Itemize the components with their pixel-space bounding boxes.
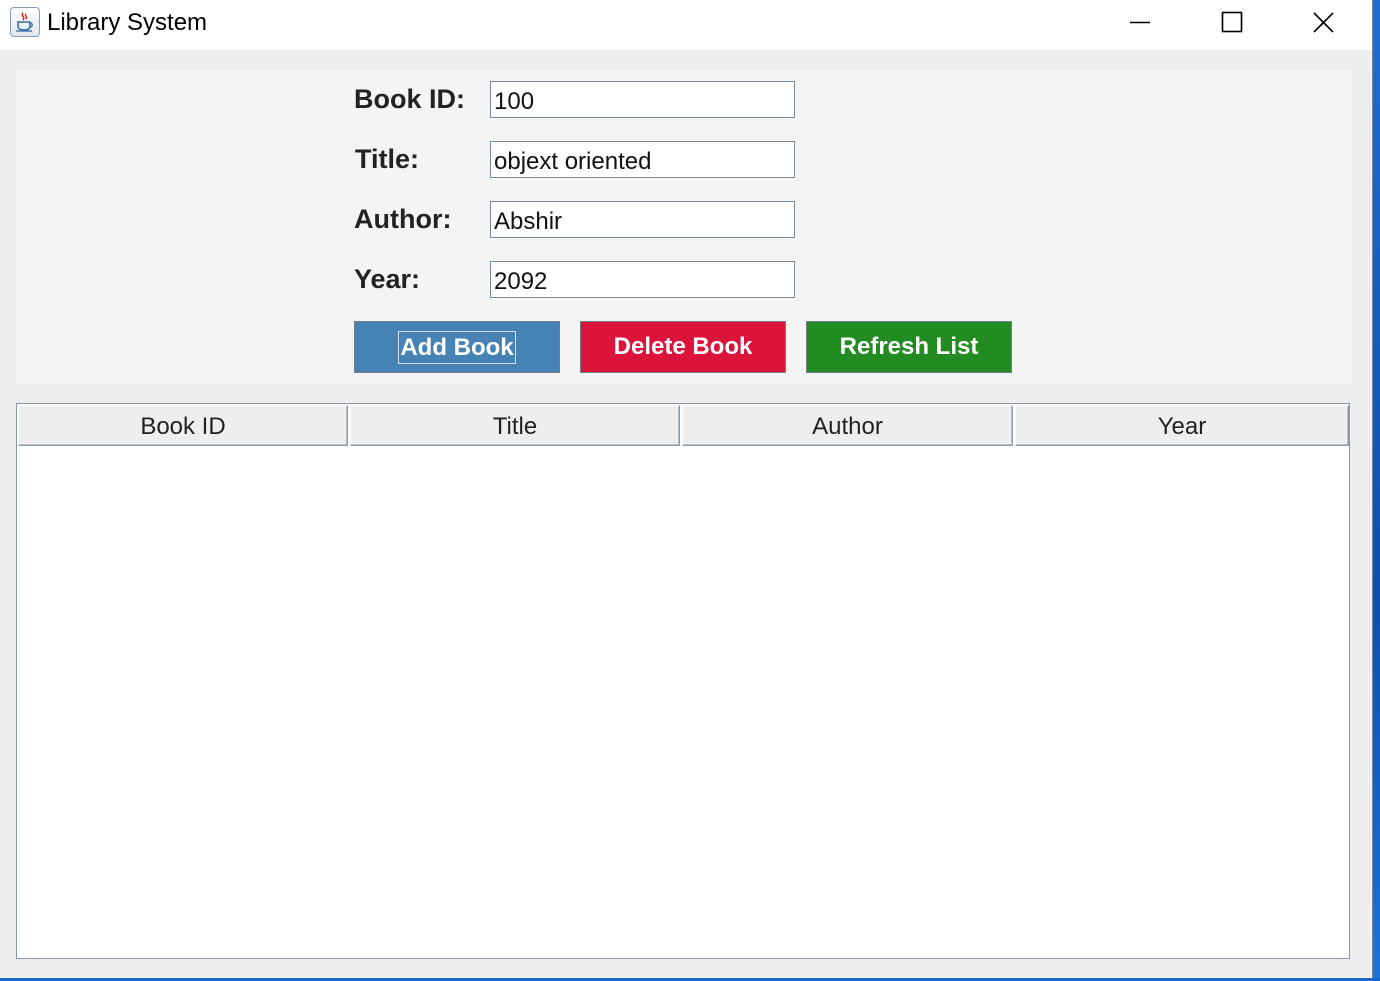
author-label: Author: <box>354 204 452 234</box>
book-id-label: Book ID: <box>354 84 465 114</box>
author-input[interactable] <box>490 201 795 238</box>
library-window: Library System Book ID: 100 Title: objex… <box>0 0 1372 978</box>
refresh-list-label: Refresh List <box>839 333 979 360</box>
column-header-author[interactable]: Author <box>682 405 1013 446</box>
column-header-title[interactable]: Title <box>350 405 680 446</box>
column-header-year[interactable]: Year <box>1015 405 1349 446</box>
table-body[interactable] <box>18 446 1348 957</box>
add-book-button[interactable]: Add Book <box>354 321 560 373</box>
year-label: Year: <box>354 264 421 294</box>
add-book-label: Add Book <box>398 330 516 364</box>
book-id-input[interactable] <box>490 81 795 118</box>
minimize-icon <box>1130 21 1150 24</box>
title-bar[interactable]: Library System <box>0 0 1372 50</box>
title-label: Title: <box>355 144 420 174</box>
table-header: Book ID Title Author Year <box>18 405 1349 446</box>
close-button[interactable] <box>1278 0 1370 46</box>
java-cup-icon[interactable] <box>10 7 40 37</box>
screen: Library System Book ID: 100 Title: objex… <box>0 0 1380 981</box>
title-input[interactable] <box>490 141 795 178</box>
book-form-panel: Book ID: Title: Author: Year: Add Book D… <box>16 70 1352 383</box>
maximize-icon <box>1221 11 1243 33</box>
year-input[interactable] <box>490 261 795 298</box>
delete-book-label: Delete Book <box>613 333 753 360</box>
desktop-background <box>1372 0 1380 981</box>
maximize-button[interactable] <box>1186 0 1278 46</box>
refresh-list-button[interactable]: Refresh List <box>806 321 1012 373</box>
delete-book-button[interactable]: Delete Book <box>580 321 786 373</box>
books-table[interactable]: Book ID Title Author Year <box>16 403 1350 959</box>
column-header-book-id[interactable]: Book ID <box>18 405 348 446</box>
close-icon <box>1313 12 1334 33</box>
minimize-button[interactable] <box>1094 0 1186 46</box>
window-title: Library System <box>47 9 208 36</box>
